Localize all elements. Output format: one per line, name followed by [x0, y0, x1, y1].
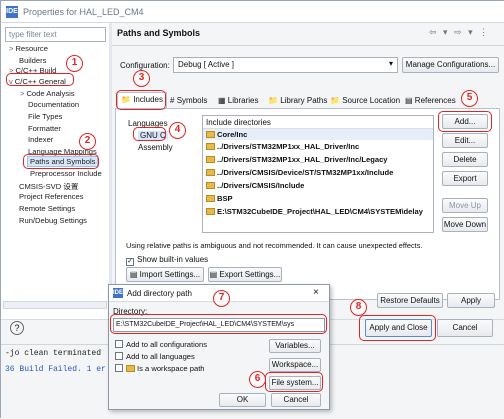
help-icon[interactable]: ?	[10, 321, 24, 335]
filter-input[interactable]: type filter text	[5, 27, 106, 42]
tree-item-code-analysis[interactable]: > Code Analysis	[20, 89, 75, 98]
move-up-button[interactable]: Move Up	[442, 198, 488, 213]
move-down-button[interactable]: Move Down	[442, 217, 488, 232]
hash-icon: #	[170, 96, 175, 105]
tree-item-documentation[interactable]: Documentation	[28, 100, 79, 109]
language-assembly[interactable]: Assembly	[138, 143, 173, 152]
tab-source-location[interactable]: 📁 Source Location	[327, 94, 403, 108]
folder-icon	[206, 156, 215, 163]
list-item[interactable]: ../Drivers/STM32MP1xx_HAL_Driver/Inc	[206, 142, 359, 151]
tab-library-paths[interactable]: 📁 Library Paths	[265, 94, 330, 108]
restore-defaults-button[interactable]: Restore Defaults	[377, 293, 443, 308]
tree-item-resource[interactable]: > Resource	[9, 44, 48, 53]
properties-window: IDE Properties for HAL_LED_CM4 type filt…	[0, 0, 504, 419]
tab-symbols[interactable]: # Symbols	[167, 94, 210, 108]
checkbox-icon	[115, 352, 123, 360]
tab-references[interactable]: ▤ References	[402, 94, 459, 108]
folder-icon	[206, 143, 215, 150]
folder-icon	[206, 131, 215, 138]
annotation-marker: 3	[133, 70, 150, 87]
variables-button[interactable]: Variables...	[269, 339, 321, 353]
ok-button[interactable]: OK	[219, 393, 266, 407]
folder-icon	[206, 195, 215, 202]
tree-item-preprocessor-include[interactable]: Preprocessor Include	[30, 169, 102, 178]
cancel-button[interactable]: Cancel	[437, 319, 493, 337]
dialog-cancel-button[interactable]: Cancel	[271, 393, 321, 407]
page-title: Paths and Symbols	[117, 28, 201, 38]
references-icon: ▤	[405, 96, 413, 105]
annotation-marker: 4	[169, 122, 186, 139]
list-item[interactable]: E:\STM32CubeIDE_Project\HAL_LED\CM4\SYST…	[206, 207, 423, 216]
export-settings-button[interactable]: ▤ Export Settings...	[208, 267, 282, 282]
annotation-marker: 7	[213, 290, 230, 307]
highlight-add-button	[438, 111, 492, 132]
list-item[interactable]: ../Drivers/CMSIS/Device/ST/STM32MP1xx/In…	[206, 168, 393, 177]
import-settings-button[interactable]: ▤ Import Settings...	[126, 267, 204, 282]
configuration-label: Configuration:	[120, 61, 170, 70]
tree-item-builders[interactable]: Builders	[19, 56, 46, 65]
tree-item-formatter[interactable]: Formatter	[28, 124, 61, 133]
apply-button[interactable]: Apply	[447, 293, 495, 308]
app-icon: IDE	[6, 6, 18, 18]
list-item[interactable]: BSP	[206, 194, 233, 203]
source-location-icon: 📁	[330, 96, 340, 105]
checkbox-icon	[115, 340, 123, 348]
libraries-icon: ▦	[218, 96, 226, 105]
title-divider	[112, 45, 504, 46]
console-line: -jo clean terminated	[5, 349, 102, 358]
highlight-paths-and-symbols	[23, 154, 99, 169]
annotation-marker: 5	[461, 90, 478, 107]
include-dirs-header: Include directories	[206, 118, 271, 127]
tree-item-remote-settings[interactable]: Remote Settings	[19, 204, 75, 213]
window-title: Properties for HAL_LED_CM4	[23, 7, 144, 17]
highlight-gnu-c	[133, 127, 166, 141]
tree-item-run-debug-settings[interactable]: Run/Debug Settings	[19, 216, 87, 225]
annotation-marker: 1	[66, 55, 83, 72]
highlight-file-system	[265, 372, 323, 392]
list-item[interactable]: ../Drivers/CMSIS/Include	[206, 181, 304, 190]
export-button[interactable]: Export	[442, 171, 488, 186]
import-icon: ▤	[129, 270, 140, 279]
tree-item-indexer[interactable]: Indexer	[28, 135, 53, 144]
highlight-includes-tab	[116, 90, 166, 110]
tree-item-file-types[interactable]: File Types	[28, 112, 62, 121]
show-builtin-checkbox[interactable]: ✓ Show built-in values	[126, 255, 208, 266]
annotation-marker: 2	[79, 133, 96, 150]
export-icon: ▤	[209, 270, 220, 279]
workspace-button[interactable]: Workspace...	[269, 358, 321, 372]
annotation-marker: 8	[350, 299, 367, 316]
configuration-select[interactable]: Debug [ Active ] ▾	[173, 57, 398, 73]
close-icon[interactable]: ×	[313, 287, 319, 298]
list-item[interactable]: Core/Inc	[206, 130, 247, 139]
checkbox-icon	[115, 364, 123, 372]
workspace-path-checkbox[interactable]: Is a workspace path	[115, 364, 205, 373]
folder-icon	[206, 208, 215, 215]
chevron-down-icon: ▾	[388, 59, 393, 68]
highlight-apply-and-close	[359, 315, 436, 341]
title-bar: IDE Properties for HAL_LED_CM4	[1, 1, 504, 23]
relative-paths-note: Using relative paths is ambiguous and no…	[126, 241, 423, 250]
checkbox-checked-icon: ✓	[126, 258, 134, 266]
library-paths-icon: 📁	[268, 96, 278, 105]
add-all-languages-checkbox[interactable]: Add to all languages	[115, 352, 195, 361]
folder-icon	[206, 182, 215, 189]
tree-scrollbar[interactable]	[3, 301, 107, 309]
dialog-title: Add directory path	[127, 289, 192, 298]
list-item[interactable]: ../Drivers/STM32MP1xx_HAL_Driver/Inc/Leg…	[206, 155, 388, 164]
add-all-configurations-checkbox[interactable]: Add to all configurations	[115, 340, 207, 349]
manage-configurations-button[interactable]: Manage Configurations...	[402, 57, 499, 73]
folder-icon	[126, 365, 135, 372]
tab-libraries[interactable]: ▦ Libraries	[215, 94, 261, 108]
nav-arrows-icon[interactable]: ⇦ ▾ ⇨ ▾ ⋮	[429, 27, 490, 38]
folder-icon	[206, 169, 215, 176]
delete-button[interactable]: Delete	[442, 152, 488, 167]
annotation-marker: 6	[249, 371, 266, 388]
edit-button[interactable]: Edit...	[442, 133, 488, 148]
tree-item-cmsis-svd[interactable]: CMSIS-SVD 设置	[19, 181, 79, 192]
highlight-cpp-general	[6, 73, 74, 86]
highlight-directory-input	[110, 314, 327, 334]
console-line: 36 Build Failed. 1 er	[5, 365, 106, 374]
tree-item-project-references[interactable]: Project References	[19, 192, 84, 201]
app-icon: IDE	[113, 288, 124, 298]
